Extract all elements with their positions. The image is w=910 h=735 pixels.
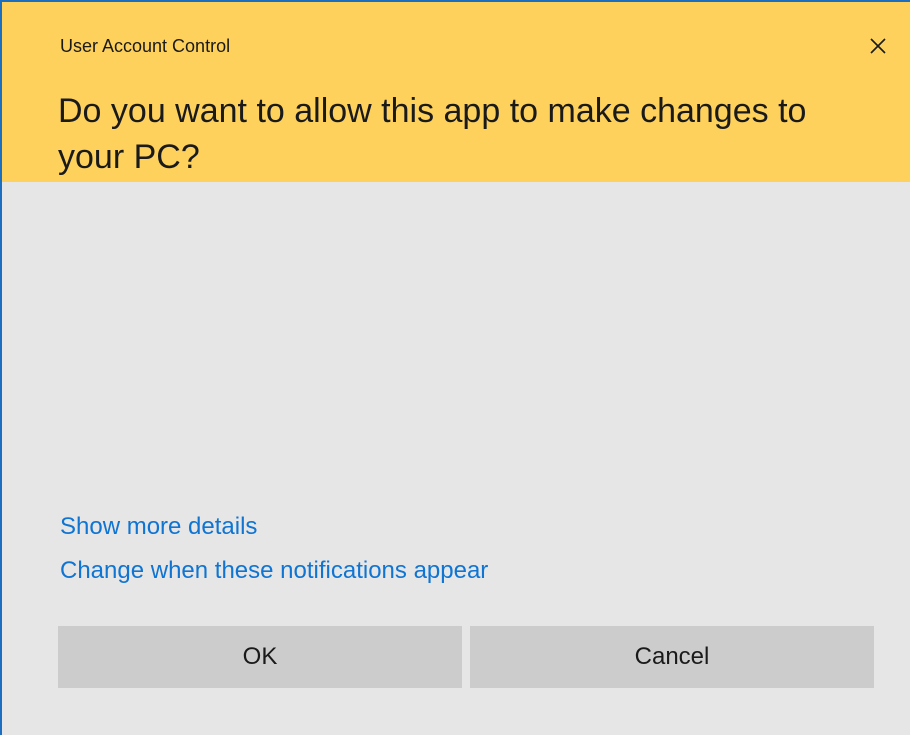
- close-icon: [870, 38, 886, 54]
- dialog-header: User Account Control Do you want to allo…: [2, 2, 910, 182]
- close-button[interactable]: [860, 28, 896, 64]
- show-more-details-link[interactable]: Show more details: [60, 511, 488, 543]
- window-title: User Account Control: [60, 36, 231, 56]
- change-notifications-link[interactable]: Change when these notifications appear: [60, 555, 488, 587]
- ok-button[interactable]: OK: [58, 626, 462, 688]
- uac-dialog: User Account Control Do you want to allo…: [0, 0, 910, 735]
- prompt-question: Do you want to allow this app to make ch…: [58, 92, 807, 176]
- dialog-buttons: OK Cancel: [58, 626, 874, 688]
- cancel-button[interactable]: Cancel: [470, 626, 874, 688]
- dialog-links: Show more details Change when these noti…: [60, 511, 488, 599]
